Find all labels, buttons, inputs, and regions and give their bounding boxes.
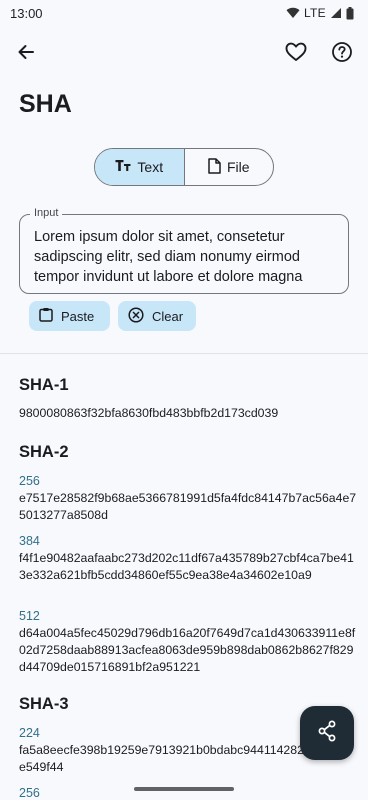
cancel-circle-icon bbox=[128, 306, 144, 326]
input-field[interactable]: Input Lorem ipsum dolor sit amet, conset… bbox=[19, 207, 349, 294]
clipboard-icon bbox=[39, 307, 53, 325]
sha2-256-label: 256 bbox=[19, 474, 40, 488]
network-type: LTE bbox=[303, 6, 326, 20]
clear-button[interactable]: Clear bbox=[118, 301, 196, 331]
paste-label: Paste bbox=[61, 308, 95, 324]
status-time: 13:00 bbox=[10, 5, 43, 21]
sha2-384-hash: f4f1e90482aafaabc273d202c11df67a435789b2… bbox=[19, 551, 354, 582]
favorite-button[interactable] bbox=[278, 36, 314, 72]
sha2-512-label: 512 bbox=[19, 609, 40, 623]
sha2-384-label: 384 bbox=[19, 534, 40, 548]
sha3-title: SHA-3 bbox=[19, 695, 69, 713]
text-mode-button[interactable]: Text bbox=[95, 149, 185, 185]
heart-outline-icon bbox=[285, 42, 307, 67]
file-mode-label: File bbox=[226, 159, 250, 175]
input-mode-toggle: Text File bbox=[94, 148, 274, 186]
sha3-256-label: 256 bbox=[19, 786, 40, 800]
input-label: Input bbox=[30, 207, 63, 219]
sha1-hash: 9800080863f32bfa8630fbd483bbfb2d173cd039 bbox=[19, 406, 279, 420]
text-mode-label: Text bbox=[137, 159, 164, 175]
arrow-back-icon bbox=[16, 42, 36, 67]
paste-button[interactable]: Paste bbox=[29, 301, 110, 331]
share-fab[interactable] bbox=[300, 706, 354, 760]
sha2-256-hash: e7517e28582f9b68ae5366781991d5fa4fdc8414… bbox=[19, 491, 357, 522]
status-bar: 13:00 LTE bbox=[0, 0, 368, 26]
file-mode-button[interactable]: File bbox=[185, 149, 274, 185]
input-text[interactable]: Lorem ipsum dolor sit amet, consetetur s… bbox=[34, 227, 344, 287]
sha3-224-label: 224 bbox=[19, 726, 40, 740]
top-app-bar bbox=[0, 32, 368, 76]
wifi-icon bbox=[286, 7, 300, 19]
help-circle-icon bbox=[331, 41, 353, 68]
sha2-title: SHA-2 bbox=[19, 443, 69, 461]
help-button[interactable] bbox=[324, 36, 360, 72]
signal-icon bbox=[330, 7, 342, 19]
battery-icon bbox=[346, 6, 354, 20]
page-title: SHA bbox=[19, 90, 72, 118]
back-button[interactable] bbox=[8, 36, 44, 72]
gesture-navigation-bar[interactable] bbox=[134, 787, 234, 791]
sha1-title: SHA-1 bbox=[19, 376, 69, 394]
clear-label: Clear bbox=[152, 308, 184, 324]
status-icons: LTE bbox=[286, 6, 354, 20]
divider bbox=[0, 353, 368, 354]
sha2-512-hash: d64a004a5fec45029d796db16a20f7649d7ca1d4… bbox=[19, 626, 356, 674]
text-format-icon bbox=[115, 159, 131, 175]
file-icon bbox=[208, 157, 221, 177]
sha3-224-hash: fa5a8eecfe398b19259e7913921b0bdabc944114… bbox=[19, 743, 304, 774]
share-icon bbox=[317, 720, 337, 747]
